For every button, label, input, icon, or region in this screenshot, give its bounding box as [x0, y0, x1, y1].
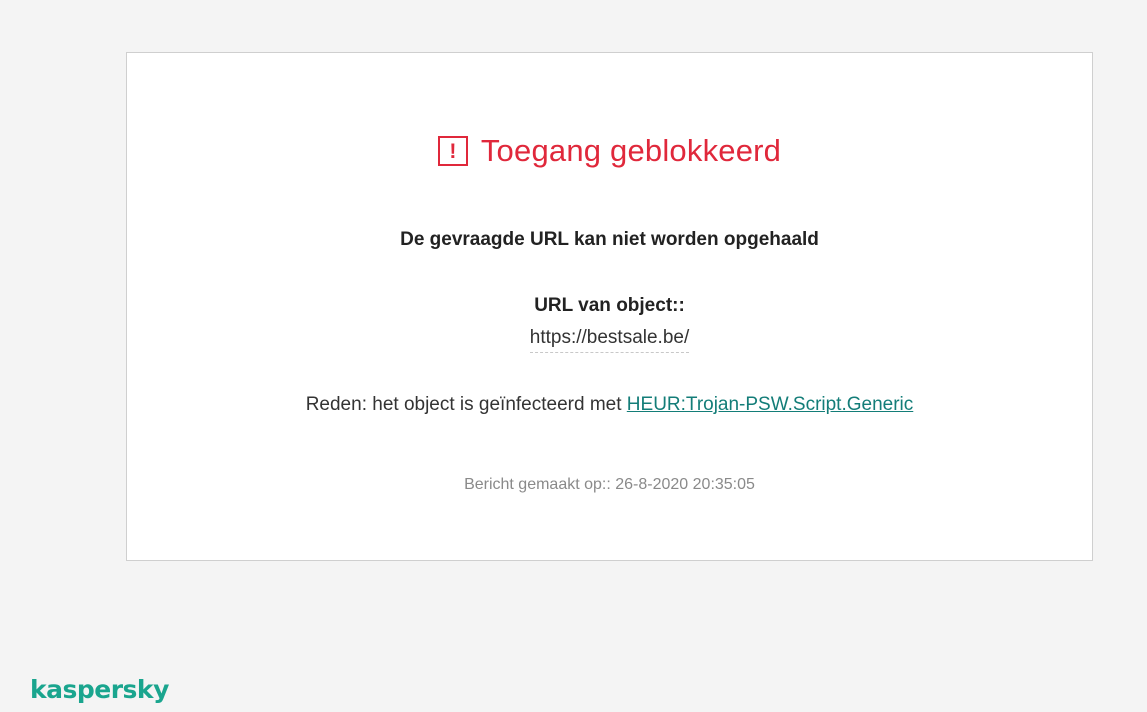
blocked-page-card: ! Toegang geblokkeerd De gevraagde URL k… — [126, 52, 1093, 561]
report-timestamp: Bericht gemaakt op:: 26-8-2020 20:35:05 — [464, 476, 755, 493]
reason-text: Reden: het object is geïnfecteerd met HE… — [127, 394, 1092, 416]
warning-icon: ! — [437, 136, 468, 166]
headline: De gevraagde URL kan niet worden opgehaa… — [400, 229, 819, 250]
page-title: Toegang geblokkeerd — [480, 133, 782, 168]
url-label: URL van object:: — [534, 295, 685, 316]
kaspersky-logo: kaspersky — [30, 675, 169, 704]
url-wrap: https://bestsale.be/ — [127, 327, 1092, 353]
reason-prefix: Reden: het object is geïnfecteerd met — [305, 394, 622, 415]
title-row: ! Toegang geblokkeerd — [127, 133, 1092, 169]
blocked-url: https://bestsale.be/ — [529, 327, 690, 353]
threat-link[interactable]: HEUR:Trojan-PSW.Script.Generic — [627, 394, 913, 415]
warning-glyph: ! — [449, 139, 457, 163]
